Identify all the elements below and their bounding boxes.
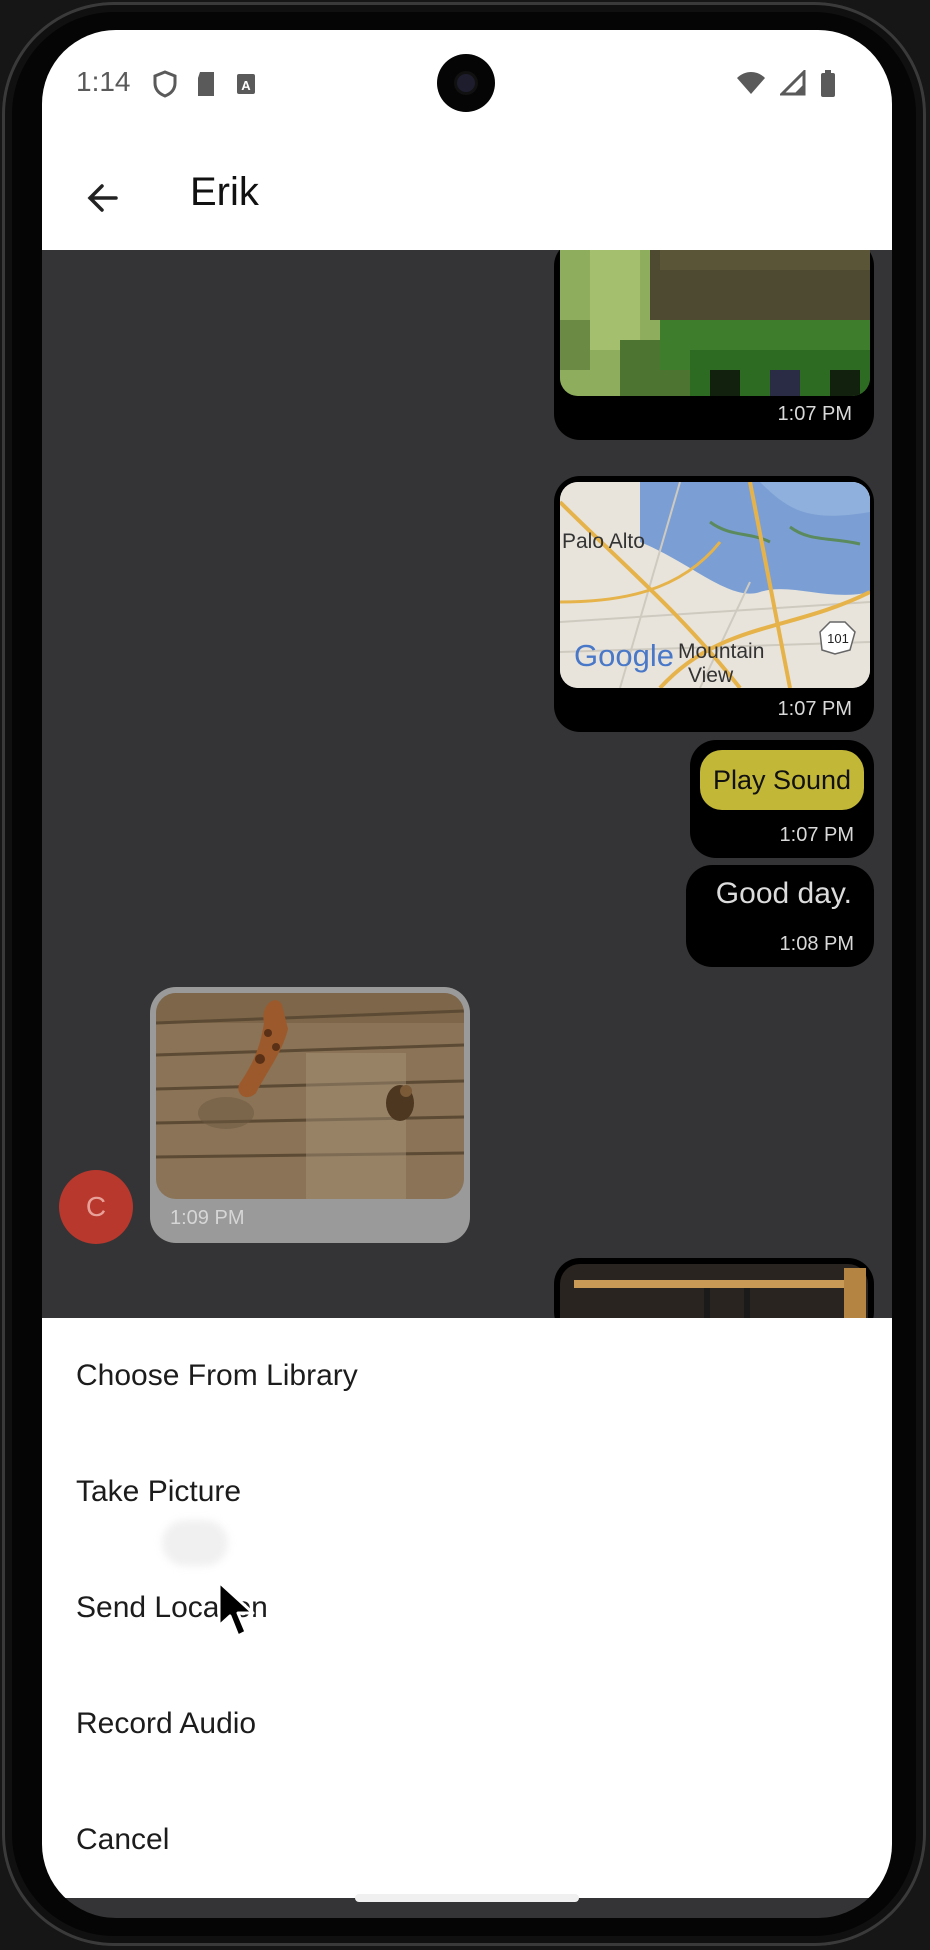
screen: 1:14 A Erik 1:07 PM 101 Palo Alto Mounta… bbox=[42, 30, 892, 1918]
status-icons-right bbox=[736, 70, 836, 98]
arrow-left-icon bbox=[87, 184, 118, 212]
message-location-outgoing[interactable]: 101 Palo Alto Mountain View Google 1:07 … bbox=[554, 476, 874, 732]
map-city-label-3: View bbox=[688, 664, 734, 687]
chat-thread[interactable]: 1:07 PM 101 Palo Alto Mountain View Goog… bbox=[42, 250, 892, 1318]
message-time: 1:07 PM bbox=[777, 698, 852, 720]
touch-indicator bbox=[162, 1520, 228, 1566]
mouse-cursor-icon bbox=[217, 1580, 255, 1638]
map-city-label-2: Mountain bbox=[678, 640, 764, 663]
message-image-outgoing[interactable]: 1:07 PM bbox=[554, 250, 874, 440]
status-bar: 1:14 A bbox=[42, 30, 892, 140]
send-location-option[interactable]: Send Location bbox=[42, 1550, 892, 1666]
map-shield-label: 101 bbox=[827, 631, 849, 646]
message-time: 1:07 PM bbox=[779, 824, 854, 846]
message-text: Good day. bbox=[715, 877, 852, 910]
map-thumbnail[interactable]: 101 Palo Alto Mountain View Google bbox=[560, 482, 870, 688]
message-text-outgoing[interactable]: Good day. 1:08 PM bbox=[686, 865, 874, 967]
status-time: 1:14 bbox=[76, 66, 131, 97]
message-audio-outgoing[interactable]: Play Sound 1:07 PM bbox=[690, 740, 874, 858]
app-bar: Erik bbox=[42, 140, 892, 250]
google-logo: Google bbox=[574, 638, 674, 673]
play-sound-button[interactable]: Play Sound bbox=[700, 750, 864, 810]
pixel-art-image bbox=[560, 250, 870, 396]
conversation-title: Erik bbox=[190, 170, 259, 214]
map-city-label: Palo Alto bbox=[562, 530, 645, 553]
message-time: 1:08 PM bbox=[779, 933, 854, 955]
sd-card-icon bbox=[198, 72, 214, 96]
action-sheet: Choose From Library Take Picture Send Lo… bbox=[42, 1318, 892, 1898]
svg-text:A: A bbox=[241, 78, 251, 93]
front-camera bbox=[437, 54, 495, 112]
device-frame: 1:14 A Erik 1:07 PM 101 Palo Alto Mounta… bbox=[2, 2, 926, 1946]
status-icons-left: A bbox=[152, 70, 258, 98]
avatar[interactable]: C bbox=[59, 1170, 133, 1244]
message-image-outgoing-partial[interactable] bbox=[554, 1258, 874, 1318]
cancel-option[interactable]: Cancel bbox=[42, 1782, 892, 1898]
wifi-icon bbox=[737, 72, 765, 94]
a-badge-icon: A bbox=[237, 74, 255, 94]
message-time: 1:07 PM bbox=[777, 403, 852, 425]
message-time: 1:09 PM bbox=[170, 1207, 245, 1229]
message-image-incoming[interactable]: 1:09 PM bbox=[150, 987, 470, 1243]
signal-icon bbox=[780, 70, 806, 96]
photo-thumbnail[interactable] bbox=[156, 993, 464, 1199]
record-audio-option[interactable]: Record Audio bbox=[42, 1666, 892, 1782]
shield-icon bbox=[153, 70, 177, 98]
shelf-image bbox=[560, 1264, 868, 1318]
home-indicator[interactable] bbox=[355, 1894, 579, 1902]
battery-icon bbox=[821, 70, 835, 97]
choose-from-library-option[interactable]: Choose From Library bbox=[42, 1318, 892, 1434]
back-button[interactable] bbox=[76, 170, 132, 226]
